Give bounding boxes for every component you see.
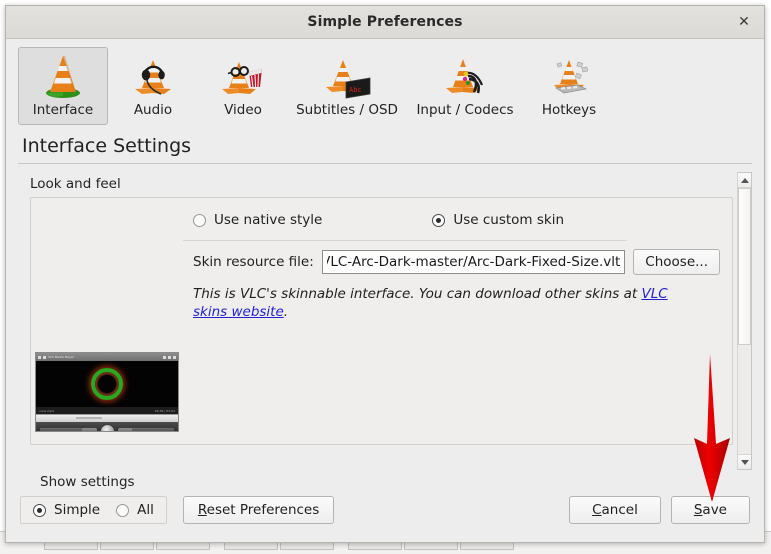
- scrollbar-track[interactable]: [738, 188, 751, 454]
- preview-play-button: [99, 423, 115, 431]
- cancel-rest: ancel: [601, 502, 638, 518]
- settings-scroll-area: Look and feel Use native style Use custo…: [18, 172, 752, 470]
- vlc-cone-subtitle-icon: Abc: [322, 52, 372, 100]
- radio-indicator: [33, 503, 46, 517]
- preview-status-left: cone.mp4: [39, 408, 54, 413]
- tab-interface-label: Interface: [32, 102, 94, 118]
- radio-use-native-style[interactable]: Use native style: [193, 212, 322, 228]
- preview-ring-graphic: [91, 368, 123, 400]
- vlc-cone-glasses-icon: [218, 52, 268, 100]
- tab-video-label: Video: [224, 102, 262, 118]
- preview-right-controls: [132, 428, 174, 431]
- save-rest: ave: [702, 502, 727, 518]
- dialog-footer: Show settings Simple All Reset Preferenc…: [6, 470, 764, 542]
- vlc-cone-keyboard-icon: [544, 52, 594, 100]
- vlc-cone-icon: [38, 52, 88, 100]
- radio-use-custom-skin-label: Use custom skin: [453, 212, 565, 228]
- settings-scrollbar[interactable]: [737, 172, 752, 470]
- save-button[interactable]: Save: [670, 496, 750, 524]
- skin-description: This is VLC's skinnable interface. You c…: [193, 285, 703, 321]
- scroll-down-button[interactable]: [738, 454, 751, 469]
- tab-input-codecs[interactable]: Input / Codecs: [406, 47, 524, 125]
- preview-titlebar: VLC Media Player: [36, 353, 178, 361]
- cancel-button[interactable]: Cancel: [569, 496, 661, 524]
- title-bar: Simple Preferences ✕: [6, 6, 764, 39]
- radio-indicator: [116, 503, 130, 517]
- show-settings-group: Simple All: [20, 496, 167, 524]
- show-settings-label: Show settings: [40, 474, 135, 490]
- group-divider: [183, 240, 627, 241]
- tab-audio[interactable]: Audio: [108, 47, 198, 125]
- close-icon[interactable]: ✕: [734, 12, 754, 32]
- scroll-up-button[interactable]: [738, 173, 751, 188]
- vlc-cone-headphones-icon: [128, 52, 178, 100]
- preview-left-controls: [40, 428, 82, 431]
- tab-interface[interactable]: Interface: [18, 47, 108, 125]
- radio-simple[interactable]: Simple: [33, 502, 100, 518]
- choose-button[interactable]: Choose...: [633, 249, 720, 275]
- preview-video-area: [36, 361, 178, 407]
- preview-controls: [36, 422, 178, 431]
- heading-divider: [18, 163, 752, 164]
- radio-simple-label: Simple: [54, 502, 101, 518]
- look-and-feel-label: Look and feel: [30, 176, 121, 192]
- tab-input-codecs-label: Input / Codecs: [416, 102, 514, 118]
- window-title: Simple Preferences: [307, 14, 463, 30]
- skin-description-period: .: [283, 304, 289, 321]
- preview-status-bar: cone.mp4 00:36 / 01:01: [36, 407, 178, 414]
- radio-all-label: All: [137, 502, 154, 518]
- footer-row: Simple All Reset Preferences Cancel Save: [20, 495, 750, 525]
- category-toolbar: Interface Audio Video Abc Subtitles / OS…: [6, 39, 764, 131]
- reset-accel: R: [197, 502, 207, 518]
- preview-prev-button: [80, 428, 97, 431]
- reset-preferences-button[interactable]: Reset Preferences: [182, 496, 335, 524]
- radio-use-native-style-label: Use native style: [214, 212, 323, 228]
- skin-file-row: Skin resource file: Choose...: [43, 249, 720, 275]
- preview-window-title: VLC Media Player: [48, 355, 75, 359]
- scroll-down-arrow-icon: [740, 459, 749, 465]
- skin-description-text: This is VLC's skinnable interface. You c…: [193, 286, 642, 302]
- svg-text:Abc: Abc: [349, 86, 362, 94]
- tab-hotkeys-label: Hotkeys: [541, 102, 597, 118]
- page-title: Interface Settings: [22, 135, 192, 157]
- skin-preview-thumbnail: VLC Media Player cone.mp4 00:36 / 01:01: [35, 352, 179, 432]
- skin-file-input[interactable]: [321, 250, 626, 274]
- vlc-cone-cables-icon: [440, 52, 490, 100]
- radio-all[interactable]: All: [116, 502, 154, 518]
- tab-subtitles-osd[interactable]: Abc Subtitles / OSD: [288, 47, 406, 125]
- radio-indicator: [432, 213, 446, 227]
- style-radio-row: Use native style Use custom skin: [43, 208, 720, 232]
- settings-content: Look and feel Use native style Use custo…: [18, 172, 733, 470]
- preview-seekbar: [36, 414, 178, 422]
- skin-file-label: Skin resource file:: [193, 254, 314, 270]
- tab-subtitles-osd-label: Subtitles / OSD: [296, 102, 398, 118]
- radio-indicator: [193, 213, 206, 227]
- tab-hotkeys[interactable]: Hotkeys: [524, 47, 614, 125]
- scroll-up-arrow-icon: [740, 177, 749, 183]
- screen: Simple Preferences ✕ Interface Audio Vid…: [0, 0, 771, 554]
- tab-video[interactable]: Video: [198, 47, 288, 125]
- radio-use-custom-skin[interactable]: Use custom skin: [432, 212, 564, 228]
- look-and-feel-group: Use native style Use custom skin Skin re…: [30, 197, 733, 445]
- simple-preferences-dialog: Simple Preferences ✕ Interface Audio Vid…: [5, 5, 765, 543]
- tab-audio-label: Audio: [133, 102, 173, 118]
- scrollbar-thumb[interactable]: [738, 188, 751, 345]
- preview-status-right: 00:36 / 01:01: [154, 408, 175, 413]
- reset-rest: eset Preferences: [206, 502, 320, 518]
- cancel-accel: C: [592, 502, 602, 518]
